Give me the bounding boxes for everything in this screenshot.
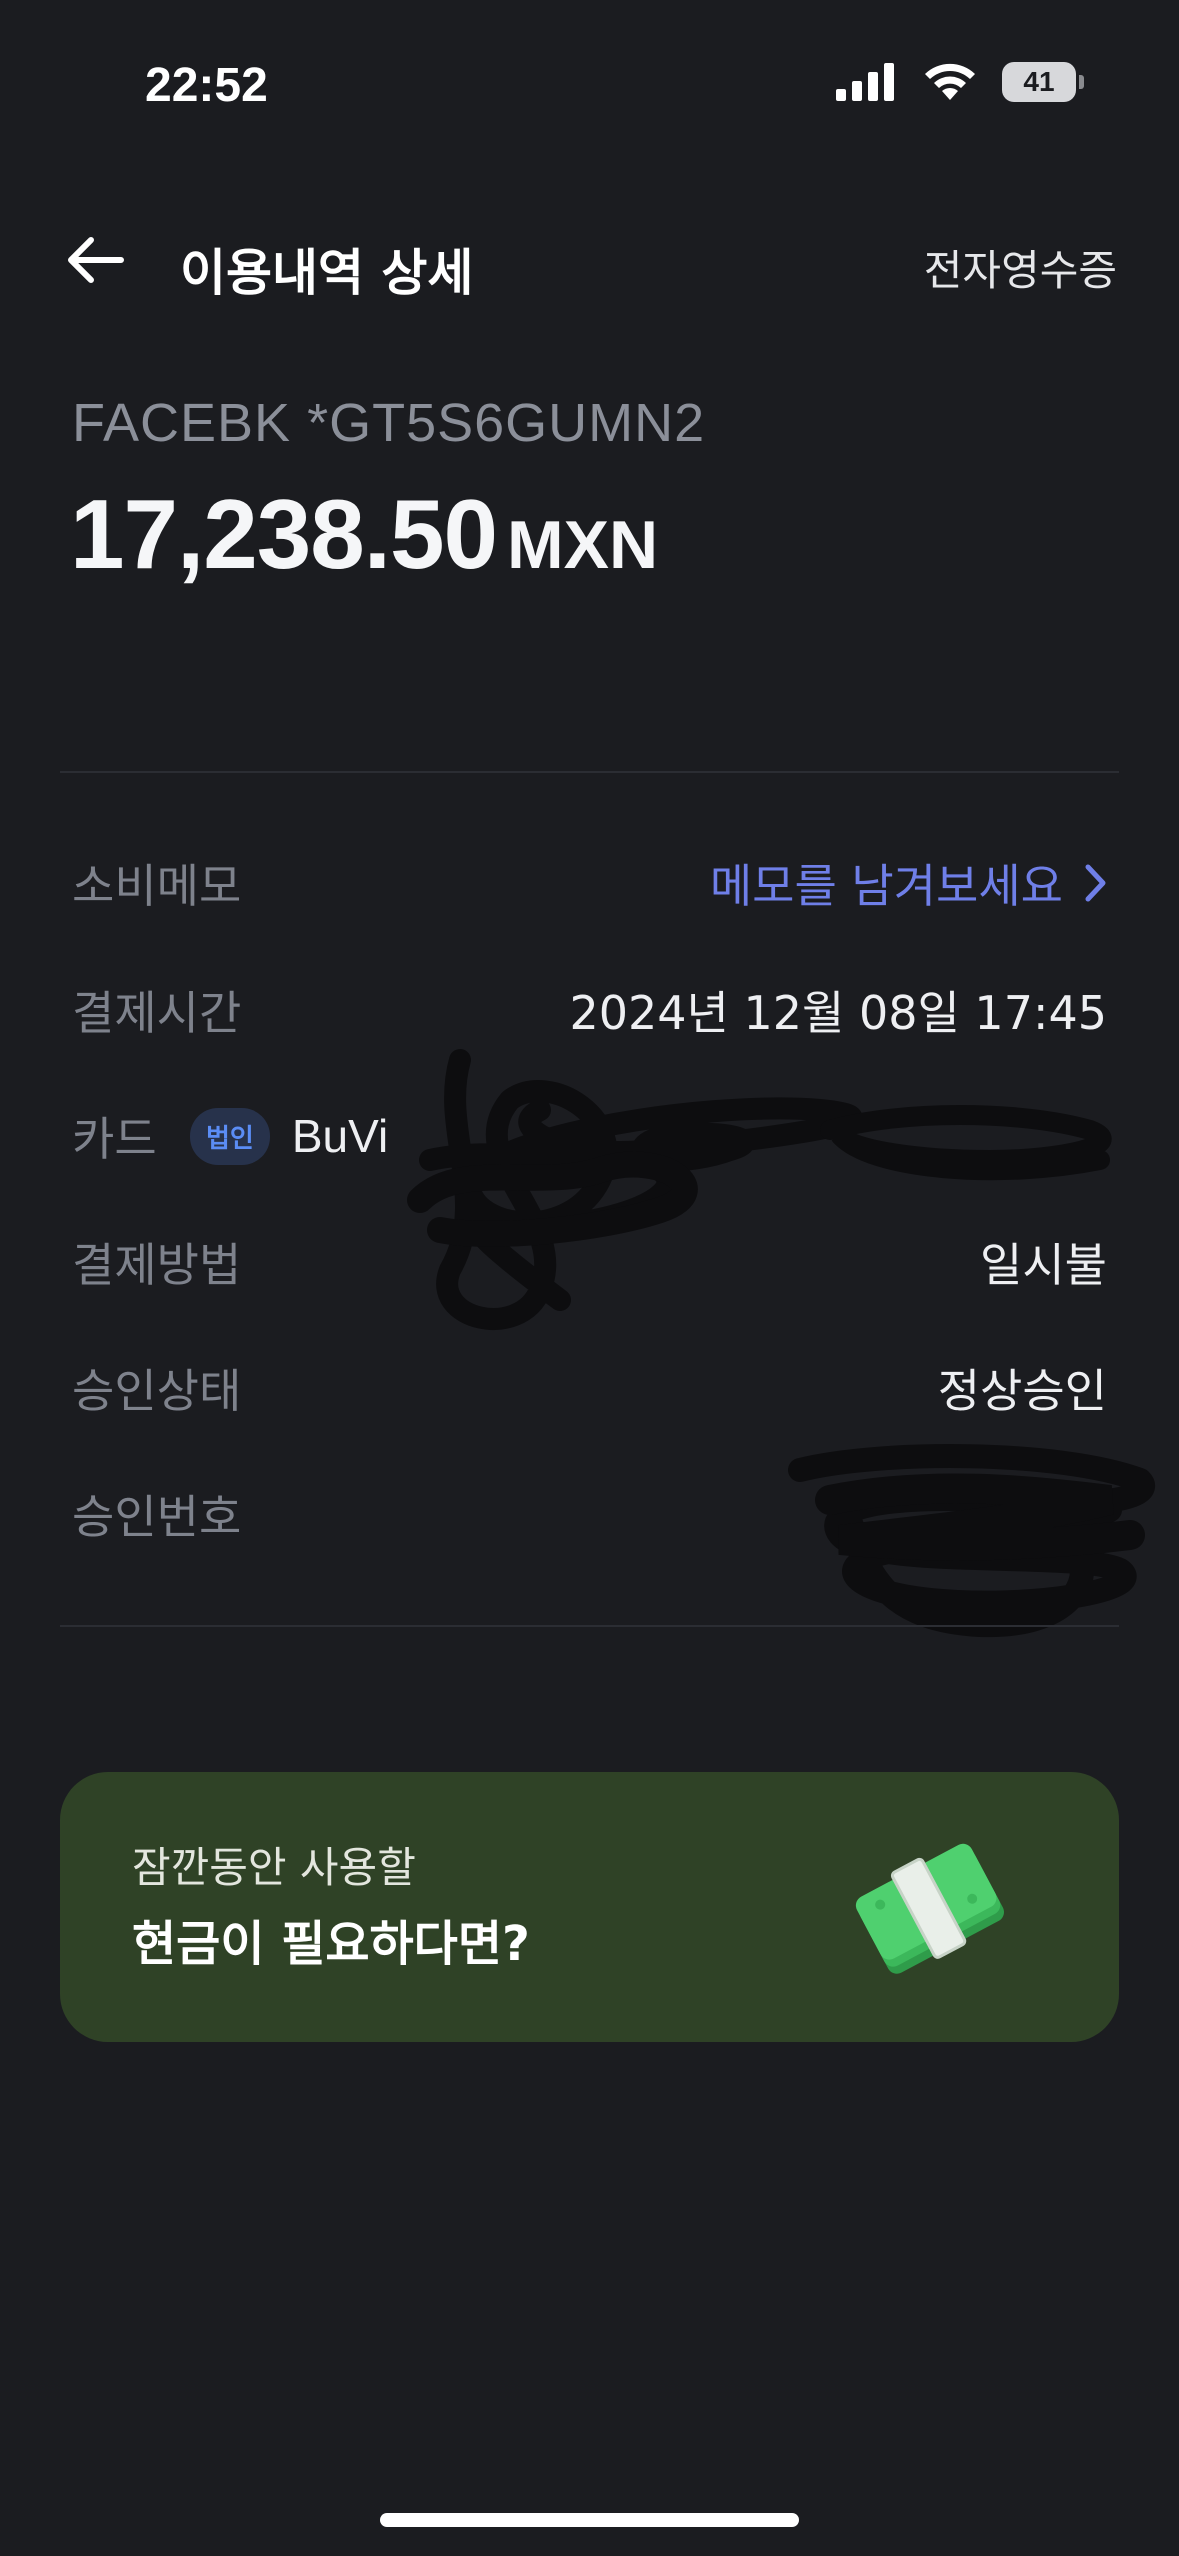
card-row: 카드 법인 BuVi (72, 1096, 1107, 1176)
page-title: 이용내역 상세 (180, 244, 474, 302)
payment-method-value: 일시불 (980, 1238, 1107, 1292)
amount-row: 17,238.50 MXN (70, 478, 658, 591)
payment-method-row: 결제방법 일시불 (72, 1222, 1107, 1302)
corporate-badge: 법인 (190, 1107, 270, 1165)
promo-subtitle: 잠깐동안 사용할 (132, 1843, 416, 1892)
battery-level: 41 (1002, 62, 1076, 102)
card-info: 법인 BuVi (190, 1107, 389, 1165)
back-button[interactable] (62, 230, 128, 290)
merchant-name: FACEBK *GT5S6GUMN2 (72, 393, 706, 453)
payment-time-row: 결제시간 2024년 12월 08일 17:45 (72, 970, 1107, 1050)
memo-placeholder: 메모를 남겨보세요 (709, 859, 1063, 913)
home-indicator[interactable] (380, 2513, 799, 2527)
amount-value: 17,238.50 (70, 479, 498, 589)
redaction-scribble-card (407, 1049, 1112, 1330)
status-indicators: 41 (836, 62, 1084, 102)
section-divider-top (60, 771, 1119, 773)
cellular-signal-icon (836, 63, 894, 101)
promo-title: 현금이 필요하다면? (132, 1916, 530, 1972)
currency-code: MXN (506, 507, 659, 583)
memo-label: 소비메모 (72, 859, 242, 913)
cash-loan-promo-banner[interactable]: 잠깐동안 사용할 현금이 필요하다면? (60, 1772, 1119, 2042)
transaction-detail-screen: 22:52 41 이용내역 상세 전자영수증 FACEBK *GT5S6GUMN… (0, 0, 1179, 2556)
approval-number-label: 승인번호 (72, 1490, 242, 1544)
memo-row[interactable]: 소비메모 메모를 남겨보세요 (72, 843, 1107, 923)
card-name: BuVi (291, 1110, 389, 1162)
approval-number-row: 승인번호 (72, 1474, 1107, 1554)
approval-status-row: 승인상태 정상승인 (72, 1348, 1107, 1428)
e-receipt-button[interactable]: 전자영수증 (924, 237, 1117, 298)
top-nav-bar: 이용내역 상세 전자영수증 (0, 215, 1179, 305)
approval-status-value: 정상승인 (937, 1364, 1107, 1418)
chevron-right-icon (1085, 864, 1106, 902)
payment-time-value: 2024년 12월 08일 17:45 (569, 986, 1107, 1040)
section-divider-bottom (60, 1625, 1119, 1627)
payment-time-label: 결제시간 (72, 986, 242, 1040)
approval-status-label: 승인상태 (72, 1364, 242, 1418)
status-time: 22:52 (145, 59, 268, 112)
battery-tip (1079, 75, 1084, 89)
card-label: 카드 (72, 1112, 157, 1166)
cash-bundle-icon (855, 1843, 1004, 1974)
payment-method-label: 결제방법 (72, 1238, 242, 1292)
battery-indicator: 41 (1002, 62, 1084, 102)
memo-link[interactable]: 메모를 남겨보세요 (710, 850, 1107, 916)
back-arrow-icon (68, 237, 124, 283)
wifi-icon (925, 63, 975, 100)
